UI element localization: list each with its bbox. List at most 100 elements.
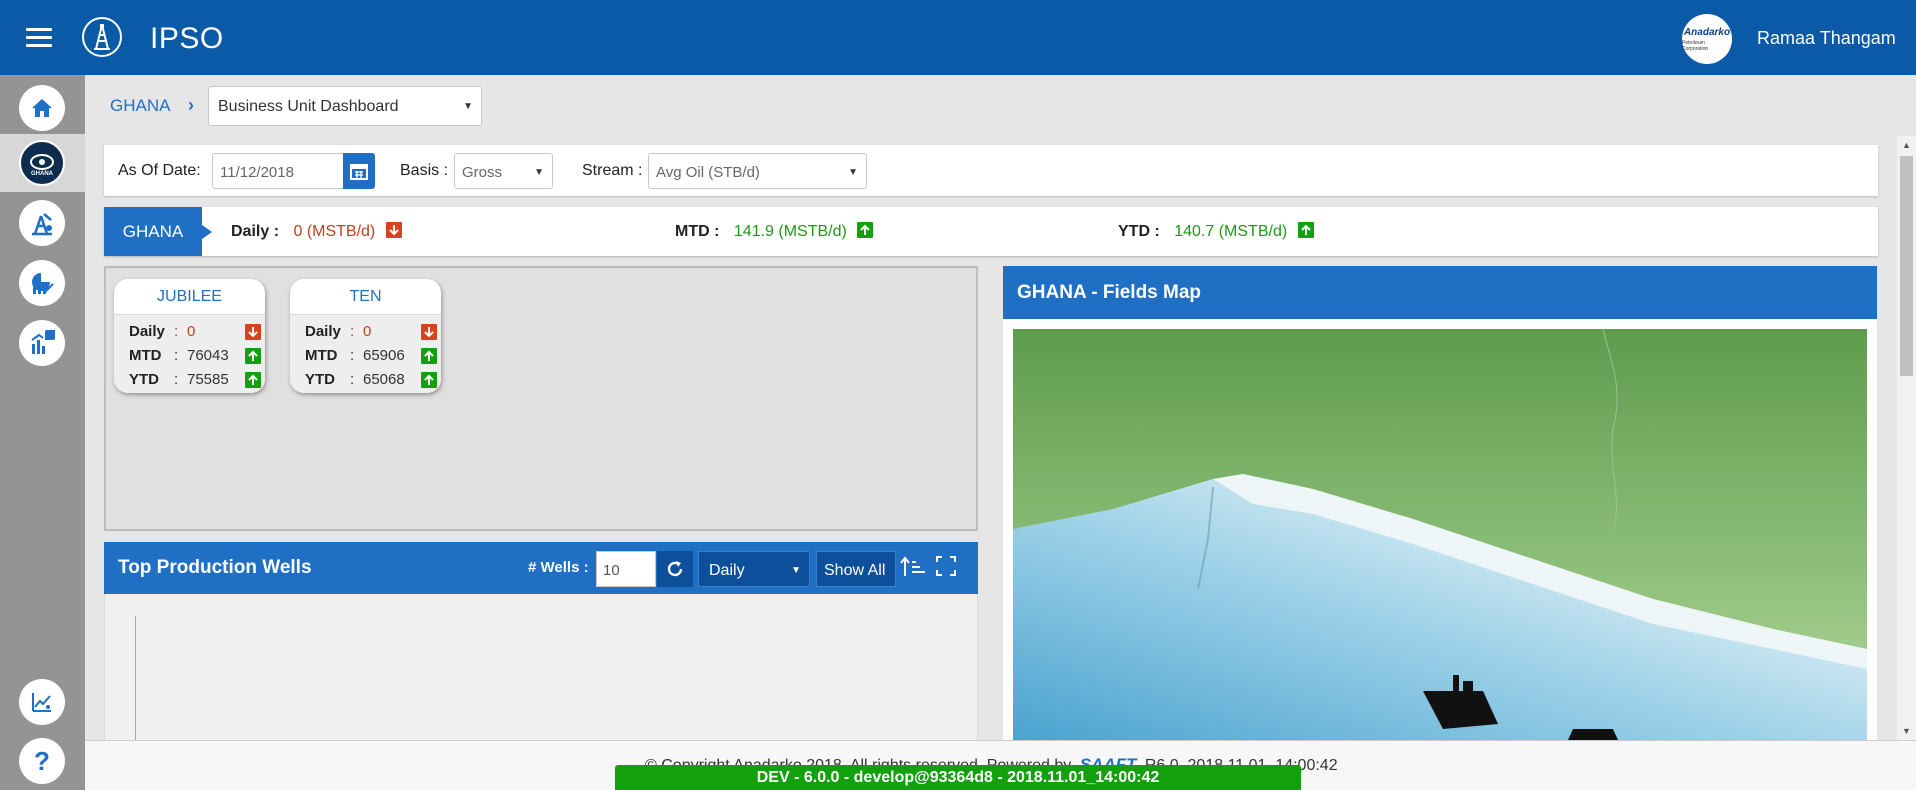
field-card-ten[interactable]: TEN Daily : 0 MTD : 65906 YTD : 65068: [290, 279, 441, 393]
top-wells-header: Top Production Wells # Wells : 10 Daily …: [104, 542, 978, 594]
arrow-down-icon: [421, 324, 437, 340]
stream-select-value: Avg Oil (STB/d): [656, 164, 760, 181]
field-row-colon: :: [174, 323, 179, 340]
fullscreen-icon[interactable]: [936, 556, 956, 581]
rail-rig-button[interactable]: [19, 200, 65, 246]
sort-order-icon[interactable]: [900, 556, 926, 583]
filters-bar: As Of Date: 11/12/2018 Basis : Gross ▼ S…: [104, 145, 1878, 196]
arrow-down-icon: [245, 324, 261, 340]
chevron-down-icon: ▼: [791, 565, 801, 576]
oil-rig-icon: [32, 213, 52, 236]
field-row-mtd: MTD : 65906: [290, 343, 441, 367]
breadcrumb-separator-icon: ›: [188, 95, 194, 115]
fields-map-frame: [1003, 319, 1877, 740]
arrow-up-icon: [245, 348, 261, 364]
field-row-value: 65906: [363, 347, 405, 364]
as-of-date-input[interactable]: 11/12/2018: [212, 153, 344, 189]
dashboard-select[interactable]: Business Unit Dashboard ▼: [208, 86, 482, 126]
chevron-down-icon: ▼: [463, 101, 473, 112]
summary-region-tag: GHANA: [104, 207, 212, 256]
refresh-icon: [667, 561, 683, 577]
stream-select[interactable]: Avg Oil (STB/d) ▼: [648, 153, 867, 189]
field-card-jubilee[interactable]: JUBILEE Daily : 0 MTD : 76043 YTD : 7558…: [114, 279, 265, 393]
summary-mtd: MTD : 141.9 (MSTB/d): [675, 222, 874, 241]
scroll-down-icon[interactable]: ▼: [1902, 726, 1911, 736]
wells-count-label: # Wells :: [528, 559, 589, 576]
summary-daily-label: Daily :: [231, 223, 280, 240]
field-row-daily: Daily : 0: [290, 319, 441, 343]
user-name[interactable]: Ramaa Thangam: [1757, 28, 1896, 49]
field-row-daily: Daily : 0: [114, 319, 265, 343]
dashboard-select-value: Business Unit Dashboard: [218, 98, 399, 115]
summary-ytd-label: YTD :: [1118, 223, 1160, 240]
field-row-colon: :: [174, 347, 179, 364]
bar-chart-report-icon: [31, 330, 55, 354]
rail-home-button[interactable]: [19, 85, 65, 131]
wells-count-input[interactable]: 10: [596, 551, 656, 587]
arrow-down-icon: [385, 222, 402, 238]
field-row-key: MTD: [305, 347, 338, 364]
field-row-ytd: YTD : 65068: [290, 367, 441, 391]
fields-map-image[interactable]: [1013, 329, 1867, 740]
breadcrumb-root[interactable]: GHANA: [110, 96, 170, 116]
show-all-button[interactable]: Show All: [816, 551, 896, 587]
drilling-rig-logo-icon: [82, 17, 122, 57]
avatar-brand-text: Anadarko: [1683, 26, 1731, 38]
arrow-up-icon: [245, 372, 261, 388]
field-row-key: Daily: [129, 323, 165, 340]
wells-period-value: Daily: [709, 562, 745, 579]
chevron-down-icon: ▼: [848, 167, 858, 178]
field-row-mtd: MTD : 76043: [114, 343, 265, 367]
top-wells-title: Top Production Wells: [118, 557, 312, 578]
top-bar: IPSO Anadarko Petroleum Corporation Rama…: [0, 0, 1916, 75]
field-row-key: Daily: [305, 323, 341, 340]
rail-help-button[interactable]: ?: [19, 738, 65, 784]
left-nav-rail: GHANA ?: [0, 75, 85, 790]
field-row-value: 0: [363, 323, 372, 340]
field-row-key: YTD: [129, 371, 159, 388]
summary-daily-value: 0 (MSTB/d): [293, 223, 376, 240]
fields-panel: JUBILEE Daily : 0 MTD : 76043 YTD : 7558…: [104, 266, 978, 531]
rail-analytics-button[interactable]: [19, 260, 65, 306]
avatar-sub-text: Petroleum Corporation: [1682, 39, 1709, 52]
ghana-region-icon: [30, 154, 54, 170]
summary-strip: GHANA Daily : 0 (MSTB/d) MTD : 141.9 (MS…: [104, 207, 1878, 256]
as-of-date-label: As Of Date:: [118, 162, 201, 179]
field-row-value: 65068: [363, 371, 405, 388]
field-row-colon: :: [350, 371, 355, 388]
fields-map-header: GHANA - Fields Map: [1003, 266, 1877, 319]
rail-ghana-button[interactable]: GHANA: [19, 140, 65, 186]
rail-reports-button[interactable]: [19, 320, 65, 366]
field-row-key: YTD: [305, 371, 335, 388]
field-card-title: TEN: [290, 279, 441, 315]
calendar-button[interactable]: [343, 153, 375, 189]
help-icon: ?: [34, 745, 50, 776]
avatar[interactable]: Anadarko Petroleum Corporation: [1682, 14, 1732, 64]
fields-map-title: GHANA - Fields Map: [1017, 282, 1202, 303]
field-row-value: 0: [187, 323, 196, 340]
scroll-up-icon[interactable]: ▲: [1902, 140, 1911, 150]
rail-ghana-label: GHANA: [31, 171, 53, 177]
app-title: IPSO: [150, 22, 224, 55]
trend-tool-icon: [32, 693, 51, 712]
summary-mtd-value: 141.9 (MSTB/d): [733, 223, 847, 240]
scrollbar-thumb[interactable]: [1900, 156, 1913, 376]
wells-period-select[interactable]: Daily ▼: [698, 551, 810, 587]
analytics-chart-icon: [32, 273, 54, 294]
basis-select[interactable]: Gross ▼: [454, 153, 553, 189]
arrow-up-icon: [1297, 222, 1314, 238]
page-scrollbar[interactable]: ▲ ▼: [1897, 136, 1916, 740]
field-row-colon: :: [350, 323, 355, 340]
basis-select-value: Gross: [462, 164, 503, 181]
rail-trends-button[interactable]: [19, 679, 65, 725]
arrow-up-icon: [421, 348, 437, 364]
chart-axis-line: [135, 616, 136, 740]
summary-daily: Daily : 0 (MSTB/d): [231, 222, 402, 241]
dev-environment-bar: DEV - 6.0.0 - develop@93364d8 - 2018.11.…: [615, 765, 1301, 790]
hamburger-menu-icon[interactable]: [26, 28, 52, 48]
refresh-button[interactable]: [657, 551, 693, 587]
top-wells-chart-area: [104, 594, 978, 740]
summary-ytd-value: 140.7 (MSTB/d): [1174, 223, 1288, 240]
chevron-down-icon: ▼: [534, 167, 544, 178]
summary-mtd-label: MTD :: [675, 223, 720, 240]
